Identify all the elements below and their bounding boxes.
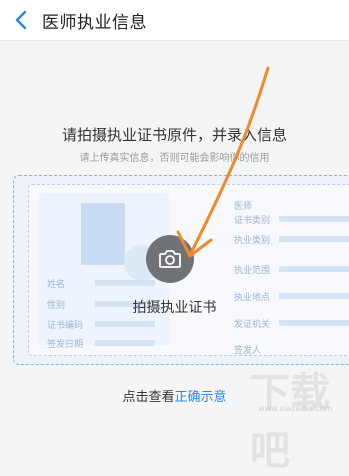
instruction-sub: 请上传真实信息，否则可能会影响你的信用: [79, 153, 270, 164]
field-label: 证书编码: [47, 321, 84, 331]
chevron-left-icon: [15, 10, 27, 30]
field-label: 执业类别: [234, 236, 271, 246]
field-label: 证书类别: [234, 216, 271, 226]
top-bar: 医师执业信息: [0, 0, 349, 41]
watermark-url: www.xiazaiba.com: [258, 404, 333, 413]
field-label: 签发人: [234, 346, 262, 356]
camera-icon: [159, 250, 181, 268]
field-label: 执业范围: [234, 266, 271, 276]
camera-button[interactable]: [146, 235, 194, 283]
field-value-placeholder: [279, 320, 349, 326]
field-label: 签发日期: [47, 340, 84, 350]
sample-link[interactable]: 正确示意: [175, 390, 227, 405]
field-value-placeholder: [279, 266, 349, 272]
camera-label: 拍摄执业证书: [132, 300, 217, 316]
field-value-placeholder: [95, 280, 155, 286]
sample-link-prefix: 点击查看: [122, 390, 175, 405]
field-value-placeholder: [279, 236, 349, 242]
field-label: 医师: [234, 202, 253, 212]
field-value-placeholder: [279, 216, 349, 222]
field-value-placeholder: [95, 340, 155, 346]
field-label: 发证机关: [234, 320, 271, 330]
watermark-logo: 下载吧: [250, 369, 330, 474]
field-value-placeholder: [95, 321, 155, 327]
page-title: 医师执业信息: [42, 13, 147, 33]
field-label: 姓名: [47, 280, 66, 290]
back-button[interactable]: [8, 7, 34, 33]
instruction-main: 请拍摄执业证书原件，并录入信息: [61, 126, 287, 144]
photo-placeholder: [81, 203, 125, 265]
